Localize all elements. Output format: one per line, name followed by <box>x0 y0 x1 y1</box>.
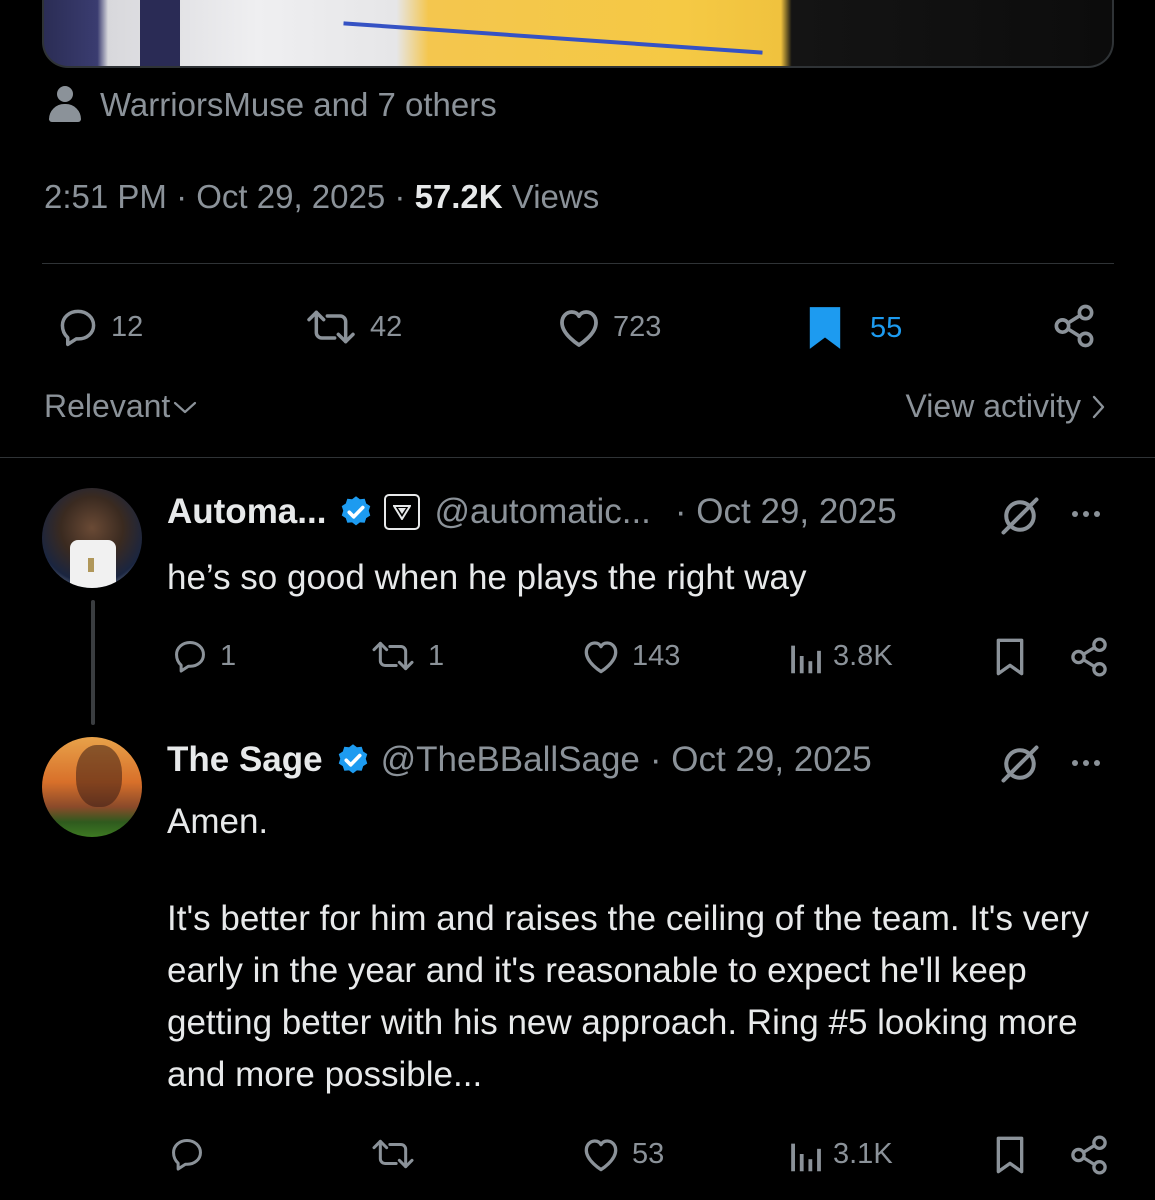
repost-button[interactable]: 42 <box>302 305 402 349</box>
views-count: 3.8K <box>833 639 893 672</box>
chevron-right-icon <box>1092 395 1105 418</box>
share-icon <box>1054 304 1094 348</box>
verified-badge-icon <box>338 744 367 774</box>
like-button[interactable]: 53 <box>580 1135 664 1173</box>
like-button[interactable]: 723 <box>555 305 661 349</box>
share-button[interactable] <box>1050 303 1098 349</box>
like-button[interactable]: 143 <box>580 637 680 675</box>
share-icon[interactable] <box>1068 1134 1110 1176</box>
divider <box>42 263 1114 264</box>
tweet-time[interactable]: 2:51 PM <box>44 178 167 215</box>
sort-dropdown[interactable]: Relevant <box>44 388 198 425</box>
reply-date[interactable]: · Oct 29, 2025 <box>650 740 872 780</box>
author-name[interactable]: Automa... <box>167 492 326 532</box>
like-icon <box>560 310 598 347</box>
author-handle[interactable]: @TheBBallSage <box>381 740 640 780</box>
view-activity-link[interactable]: View activity <box>906 388 1105 425</box>
reply-button[interactable]: 1 <box>170 637 236 675</box>
view-activity-label: View activity <box>905 388 1081 424</box>
like-count: 723 <box>613 310 662 343</box>
more-icon[interactable] <box>1072 760 1100 766</box>
views-button[interactable]: 3.1K <box>787 1135 893 1173</box>
repost-icon <box>372 641 414 671</box>
like-count: 143 <box>632 639 681 672</box>
reply-count: 12 <box>111 310 144 343</box>
views-count: 3.1K <box>833 1137 893 1170</box>
verified-badge-icon <box>342 496 371 526</box>
divider <box>0 457 1155 458</box>
media-detail <box>140 0 181 66</box>
liked-by-text: WarriorsMuse and 7 others <box>100 86 497 123</box>
views-label: Views <box>511 178 600 215</box>
reply-header: The Sage @TheBBallSage · Oct 29, 2025 <box>167 740 872 780</box>
views-button[interactable]: 3.8K <box>787 637 893 675</box>
avatar[interactable] <box>42 737 142 837</box>
like-icon <box>584 1139 618 1172</box>
tweet-meta: 2:51 PM · Oct 29, 2025 · 57.2K Views <box>44 178 600 215</box>
bookmark-button[interactable]: 55 <box>806 305 902 351</box>
reply-text-first-line: Amen. <box>167 802 269 841</box>
views-icon <box>791 1143 821 1172</box>
more-icon[interactable] <box>1072 511 1100 517</box>
reply-text: he’s so good when he plays the right way <box>167 558 807 597</box>
grok-icon[interactable] <box>998 494 1042 538</box>
reply-count: 1 <box>220 639 237 672</box>
views-icon <box>791 645 821 674</box>
reply-button[interactable]: 12 <box>55 305 143 349</box>
person-icon <box>48 86 82 124</box>
chevron-down-icon <box>174 401 197 413</box>
reply-icon[interactable] <box>167 1135 207 1173</box>
like-count: 53 <box>632 1137 665 1170</box>
author-handle[interactable]: @automatic... <box>434 492 650 532</box>
views-count: 57.2K <box>414 178 503 215</box>
like-icon <box>584 641 618 674</box>
reply-text: It's better for him and raises the ceili… <box>167 899 1089 1094</box>
affiliate-badge-icon[interactable] <box>384 494 421 530</box>
media-detail <box>343 21 763 55</box>
avatar[interactable] <box>42 488 142 588</box>
repost-count: 1 <box>428 639 445 672</box>
liked-by-row[interactable]: WarriorsMuse and 7 others <box>48 86 497 124</box>
grok-icon[interactable] <box>998 742 1042 786</box>
tweet-media-image[interactable] <box>42 0 1114 68</box>
thread-connector <box>91 600 95 725</box>
sort-label: Relevant <box>44 388 171 424</box>
author-name[interactable]: The Sage <box>167 740 323 780</box>
reply-icon <box>175 641 205 673</box>
bookmark-icon <box>809 307 841 349</box>
reply-header: Automa... @automatic... · Oct 29, 2025 <box>167 492 897 532</box>
bookmark-count: 55 <box>870 311 903 344</box>
share-icon[interactable] <box>1068 636 1110 678</box>
reply-date[interactable]: · Oct 29, 2025 <box>675 492 897 532</box>
tweet-date[interactable]: Oct 29, 2025 <box>196 178 385 215</box>
repost-count: 42 <box>370 310 403 343</box>
repost-icon[interactable] <box>368 1135 418 1173</box>
bookmark-icon[interactable] <box>992 637 1028 677</box>
reply-icon <box>60 309 96 347</box>
repost-icon <box>307 310 355 344</box>
bookmark-icon[interactable] <box>992 1135 1028 1175</box>
repost-button[interactable]: 1 <box>368 637 444 675</box>
